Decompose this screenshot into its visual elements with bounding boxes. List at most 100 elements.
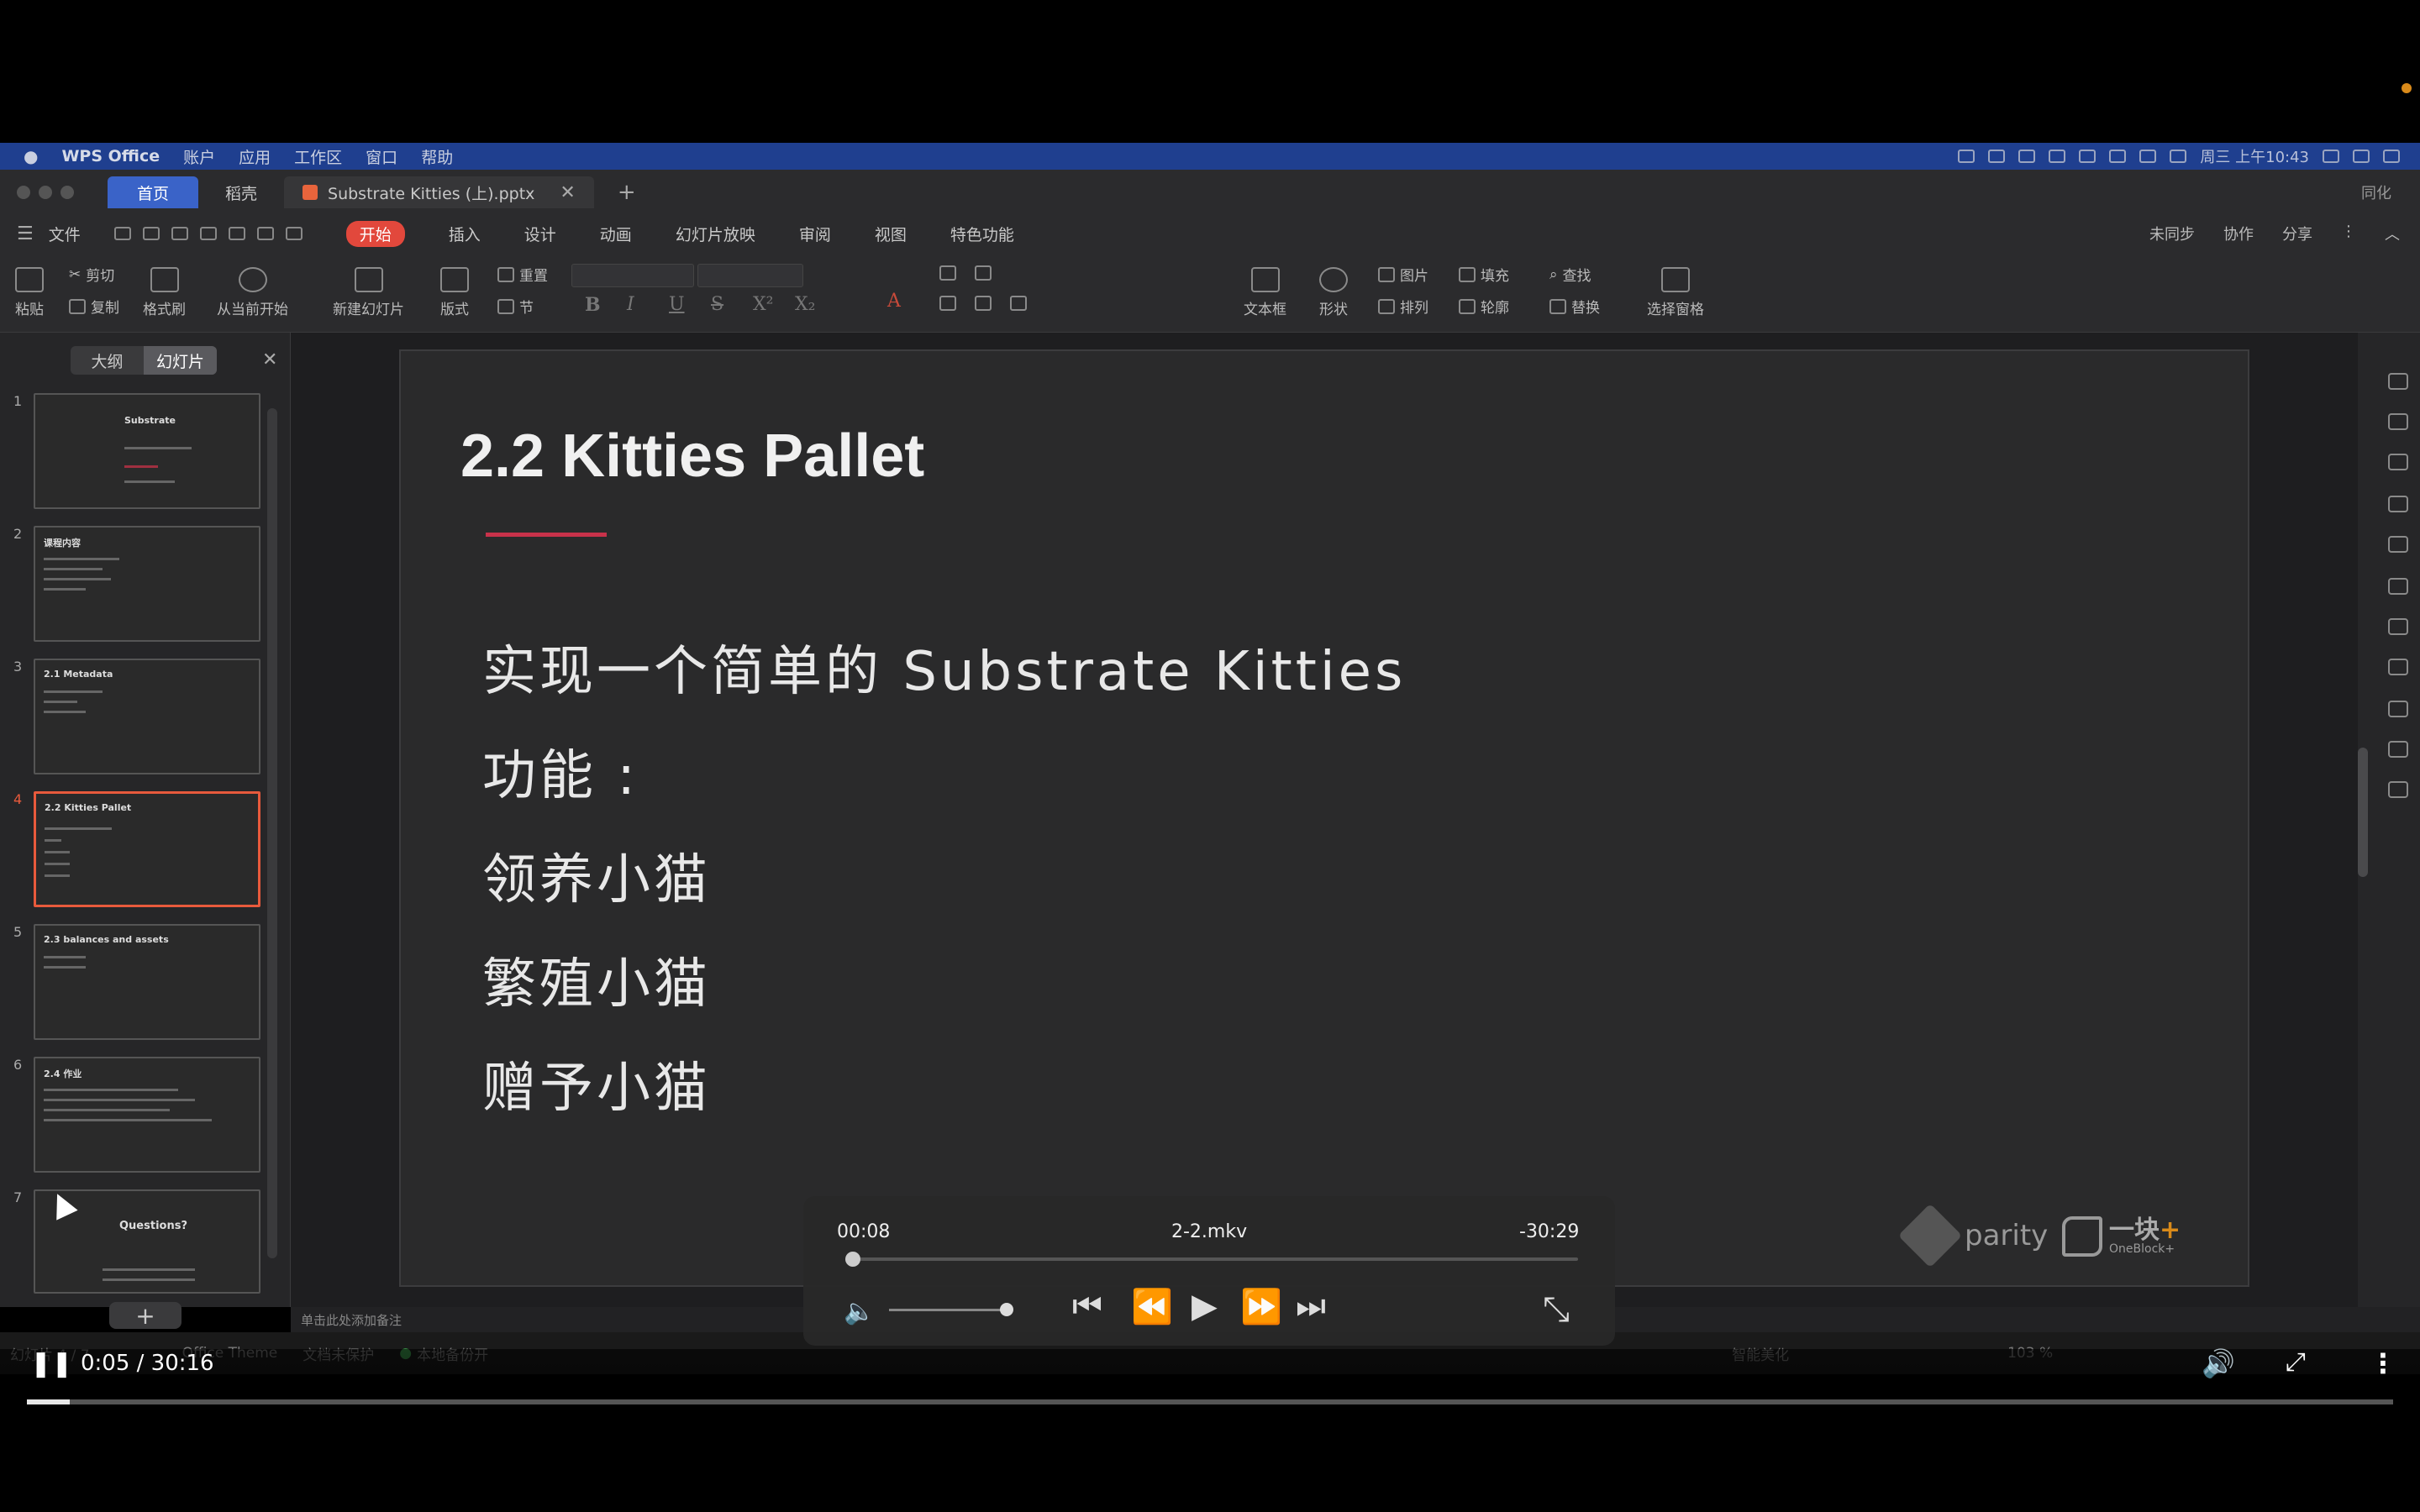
menu-account[interactable]: 账户 — [183, 145, 215, 168]
picture-button[interactable]: 图片 — [1378, 264, 1428, 285]
hamburger-icon[interactable]: ☰ — [17, 223, 34, 244]
fullscreen-icon[interactable]: ⤢ — [2286, 1347, 2306, 1377]
screen-icon[interactable] — [1958, 150, 1975, 163]
slide-thumbnail[interactable]: 课程内容 — [34, 526, 260, 642]
wps-icon[interactable] — [1988, 150, 2006, 163]
slide-bullet[interactable]: 赠予小猫 — [482, 1045, 711, 1122]
chart-icon[interactable] — [2388, 496, 2408, 512]
reset-button[interactable]: 重置 — [497, 264, 548, 285]
font-color-icon[interactable]: A — [887, 291, 901, 312]
speaker-icon[interactable]: 🔊 — [2202, 1347, 2235, 1379]
volume-knob[interactable] — [1000, 1303, 1013, 1316]
align-left-button[interactable] — [939, 296, 956, 311]
skip-forward-icon[interactable]: ⏭ — [1296, 1287, 1326, 1326]
strikethrough-icon[interactable]: S — [711, 294, 723, 315]
backup-icon[interactable] — [2388, 781, 2408, 798]
canvas-scrollbar[interactable] — [2358, 748, 2368, 877]
battery-icon[interactable] — [2170, 150, 2187, 163]
align-right-button[interactable] — [1010, 296, 1027, 311]
volume-slider[interactable] — [889, 1309, 1007, 1311]
find-button[interactable]: ⌕ 查找 — [1549, 264, 1591, 286]
section-button[interactable]: 节 — [497, 296, 534, 317]
tab-close-icon[interactable]: ✕ — [560, 182, 575, 203]
numbering-button[interactable] — [975, 265, 992, 281]
shape-button[interactable]: 形状 — [1319, 267, 1348, 318]
wechat-icon[interactable] — [2049, 150, 2066, 163]
input-icon[interactable] — [2079, 150, 2096, 163]
tab-document[interactable]: Substrate Kitties (上).pptx ✕ — [284, 176, 594, 208]
bullets-button[interactable] — [939, 265, 956, 281]
slide-thumbnail[interactable]: 2.4 作业 — [34, 1057, 260, 1173]
menu-workspace[interactable]: 工作区 — [294, 145, 342, 168]
italic-icon[interactable]: I — [627, 294, 634, 315]
new-slide-button[interactable]: 新建幻灯片 — [333, 267, 404, 318]
share-button[interactable]: 分享 — [2282, 223, 2312, 244]
export-icon[interactable] — [171, 227, 188, 240]
tab-animation[interactable]: 动画 — [600, 223, 632, 245]
tab-home[interactable]: 首页 — [108, 176, 198, 208]
media-seek-bar[interactable] — [847, 1257, 1578, 1261]
align-center-button[interactable] — [975, 296, 992, 311]
window-minimize-button[interactable] — [39, 186, 52, 199]
video-progress-bar[interactable] — [27, 1399, 2393, 1404]
apple-icon[interactable]: ● — [24, 146, 38, 166]
redo-icon[interactable] — [285, 227, 302, 240]
more-options-icon[interactable]: ⋮ — [2370, 1347, 2396, 1379]
sync-button[interactable]: 未同步 — [2149, 223, 2195, 244]
paste-button[interactable]: 粘贴 — [15, 267, 44, 318]
menu-help[interactable]: 帮助 — [421, 145, 453, 168]
slide-bullet[interactable]: 实现一个简单的 Substrate Kitties — [482, 628, 1406, 706]
history-icon[interactable] — [2388, 701, 2408, 717]
volume-icon[interactable] — [2139, 150, 2157, 163]
animation-icon[interactable] — [2388, 618, 2408, 635]
fill-props-icon[interactable] — [2388, 454, 2408, 470]
more-icon[interactable]: ⋮ — [2341, 223, 2356, 244]
settings-icon[interactable] — [2388, 536, 2408, 553]
siri-icon[interactable] — [2353, 150, 2370, 163]
menu-apps[interactable]: 应用 — [239, 145, 271, 168]
menu-app-name[interactable]: WPS Office — [61, 147, 160, 165]
slide-title[interactable]: 2.2 Kitties Pallet — [460, 422, 924, 491]
thumbnail-scrollbar[interactable] — [267, 408, 277, 1258]
window-close-button[interactable] — [17, 186, 30, 199]
image-icon[interactable] — [2388, 741, 2408, 758]
slide-bullet[interactable]: 领养小猫 — [482, 837, 711, 914]
collapse-ribbon-icon[interactable]: ︿ — [2385, 223, 2400, 244]
superscript-icon[interactable]: X² — [753, 294, 773, 315]
tab-slideshow[interactable]: 幻灯片放映 — [676, 223, 755, 245]
filter-icon[interactable] — [2388, 659, 2408, 675]
slide-bullet[interactable]: 功能 : — [482, 732, 639, 810]
exit-fullscreen-icon[interactable]: ⤡ — [1543, 1290, 1570, 1329]
slide-thumbnail[interactable]: Substrate — [34, 393, 260, 509]
play-from-current-button[interactable]: 从当前开始 — [217, 267, 288, 318]
outline-button[interactable]: 轮廓 — [1459, 296, 1509, 317]
slide-bullet[interactable]: 繁殖小猫 — [482, 941, 711, 1018]
format-painter-button[interactable]: 格式刷 — [143, 267, 186, 318]
outline-tab[interactable]: 大纲 — [71, 346, 144, 375]
cloud-icon[interactable] — [2018, 150, 2036, 163]
new-tab-icon[interactable]: + — [618, 180, 636, 205]
pause-icon[interactable]: ❚❚ — [30, 1349, 72, 1378]
subscript-icon[interactable]: X₂ — [795, 294, 815, 315]
object-props-icon[interactable] — [2388, 373, 2408, 390]
arrange-button[interactable]: 排列 — [1378, 296, 1428, 317]
rewind-icon[interactable]: ⏪ — [1131, 1287, 1173, 1326]
bold-icon[interactable]: B — [585, 294, 601, 316]
tab-insert[interactable]: 插入 — [449, 223, 481, 245]
search-icon[interactable] — [2323, 150, 2339, 163]
window-zoom-button[interactable] — [60, 186, 74, 199]
tab-view[interactable]: 视图 — [875, 223, 907, 245]
tab-review[interactable]: 审阅 — [799, 223, 831, 245]
skip-back-icon[interactable]: ⏮ — [1072, 1287, 1102, 1326]
open-icon[interactable] — [113, 227, 131, 240]
preview-icon[interactable] — [228, 227, 245, 240]
shape-props-icon[interactable] — [2388, 413, 2408, 430]
replace-button[interactable]: 替换 — [1549, 296, 1600, 317]
underline-icon[interactable]: U — [669, 294, 685, 315]
textbox-button[interactable]: 文本框 — [1244, 267, 1286, 318]
wifi-icon[interactable] — [2109, 150, 2127, 163]
slide-thumbnail-selected[interactable]: 2.2 Kitties Pallet — [34, 791, 260, 907]
layout-button[interactable]: 版式 — [440, 267, 469, 318]
cut-button[interactable]: ✂ 剪切 — [69, 264, 114, 286]
font-size-select[interactable] — [697, 264, 803, 287]
